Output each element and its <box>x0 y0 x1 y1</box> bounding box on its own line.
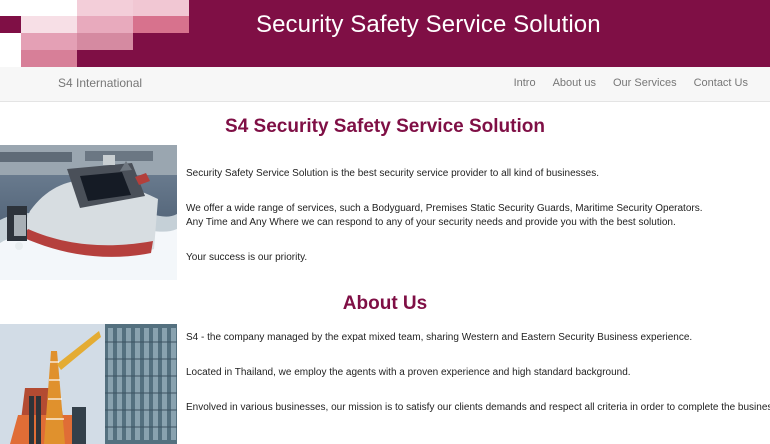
nav-link-our-services[interactable]: Our Services <box>613 77 677 89</box>
intro-paragraph-1: Security Safety Service Solution is the … <box>186 168 599 179</box>
about-heading: About Us <box>342 293 428 314</box>
intro-copy: Security Safety Service Solution is the … <box>186 167 770 265</box>
intro-heading: S4 Security Safety Service Solution <box>225 116 545 137</box>
about-paragraph-2: Located in Thailand, we employ the agent… <box>186 367 631 378</box>
nav-link-intro[interactable]: Intro <box>514 77 536 89</box>
site-banner: Security Safety Service Solution <box>0 0 770 67</box>
nav-link-contact-us[interactable]: Contact Us <box>694 77 748 89</box>
nav-link-about-us[interactable]: About us <box>553 77 596 89</box>
intro-paragraph-2: We offer a wide range of services, such … <box>186 203 703 214</box>
intro-paragraph-4: Your success is our priority. <box>186 252 308 263</box>
about-paragraph-3: Envolved in various businesses, our miss… <box>186 402 770 413</box>
site-title: Security Safety Service Solution <box>256 11 601 38</box>
nav-links: Intro About us Our Services Contact Us <box>514 77 748 89</box>
pink-mosaic-tiles-icon <box>0 0 190 67</box>
intro-paragraph-3: Any Time and Any Where we can respond to… <box>186 217 676 228</box>
main-navbar: S4 International Intro About us Our Serv… <box>0 67 770 102</box>
brand-link[interactable]: S4 International <box>58 76 142 90</box>
building-and-oil-rig-photo <box>0 324 177 444</box>
about-paragraph-1: S4 - the company managed by the expat mi… <box>186 332 693 343</box>
security-boat-photo <box>0 145 177 280</box>
about-copy: S4 - the company managed by the expat mi… <box>186 331 770 415</box>
